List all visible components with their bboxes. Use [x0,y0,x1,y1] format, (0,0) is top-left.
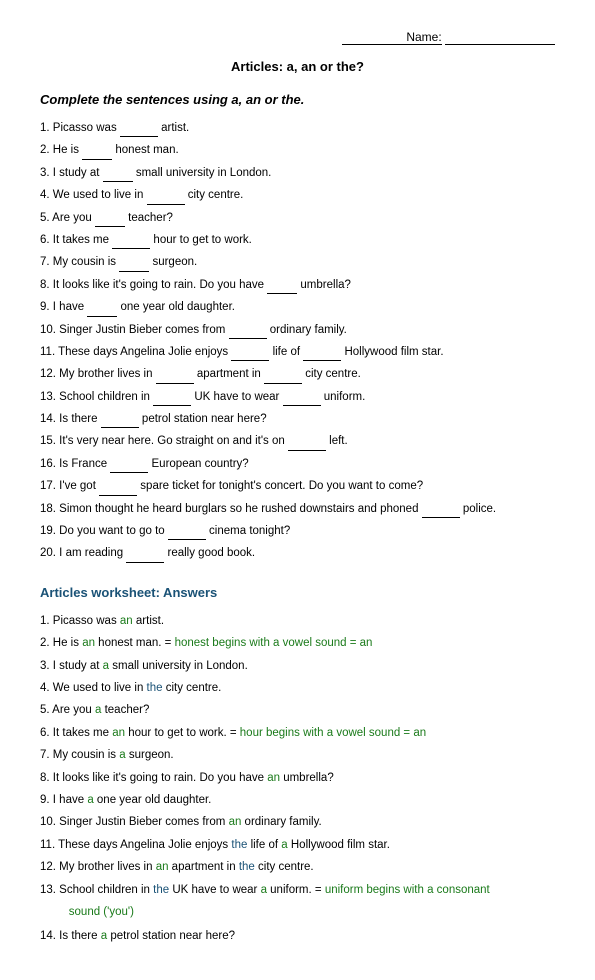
question-17: 17. I've got spare ticket for tonight's … [40,477,555,495]
question-12: 12. My brother lives in apartment in cit… [40,365,555,383]
answer-1: 1. Picasso was an artist. [40,612,555,630]
question-11: 11. These days Angelina Jolie enjoys lif… [40,343,555,361]
answer-3: 3. I study at a small university in Lond… [40,657,555,675]
question-3: 3. I study at small university in London… [40,164,555,182]
question-8: 8. It looks like it's going to rain. Do … [40,276,555,294]
answer-8: 8. It looks like it's going to rain. Do … [40,769,555,787]
answer-6: 6. It takes me an hour to get to work. =… [40,724,555,742]
question-19: 19. Do you want to go to cinema tonight? [40,522,555,540]
main-title: Articles: a, an or the? [40,59,555,74]
answer-5: 5. Are you a teacher? [40,701,555,719]
answer-4: 4. We used to live in the city centre. [40,679,555,697]
question-2: 2. He is honest man. [40,141,555,159]
question-14: 14. Is there petrol station near here? [40,410,555,428]
answer-10: 10. Singer Justin Bieber comes from an o… [40,813,555,831]
question-18: 18. Simon thought he heard burglars so h… [40,500,555,518]
question-9: 9. I have one year old daughter. [40,298,555,316]
answer-11: 11. These days Angelina Jolie enjoys the… [40,836,555,854]
question-15: 15. It's very near here. Go straight on … [40,432,555,450]
answers-title: Articles worksheet: Answers [40,585,555,600]
question-5: 5. Are you teacher? [40,209,555,227]
answer-7: 7. My cousin is a surgeon. [40,746,555,764]
question-13: 13. School children in UK have to wear u… [40,388,555,406]
question-10: 10. Singer Justin Bieber comes from ordi… [40,321,555,339]
question-1: 1. Picasso was artist. [40,119,555,137]
name-label: Name: [342,30,442,45]
question-6: 6. It takes me hour to get to work. [40,231,555,249]
question-20: 20. I am reading really good book. [40,544,555,562]
answer-2: 2. He is an honest man. = honest begins … [40,634,555,652]
answer-14: 14. Is there a petrol station near here? [40,927,555,945]
answer-12: 12. My brother lives in an apartment in … [40,858,555,876]
name-line: Name: [40,30,555,45]
questions-list: 1. Picasso was artist. 2. He is honest m… [40,119,555,563]
answer-13-note: sound ('you') [56,903,555,921]
answers-list: 1. Picasso was an artist. 2. He is an ho… [40,612,555,946]
question-4: 4. We used to live in city centre. [40,186,555,204]
answer-13: 13. School children in the UK have to we… [40,881,555,899]
section-title: Complete the sentences using a, an or th… [40,92,555,107]
question-7: 7. My cousin is surgeon. [40,253,555,271]
question-16: 16. Is France European country? [40,455,555,473]
name-blank[interactable] [445,30,555,45]
answer-9: 9. I have a one year old daughter. [40,791,555,809]
